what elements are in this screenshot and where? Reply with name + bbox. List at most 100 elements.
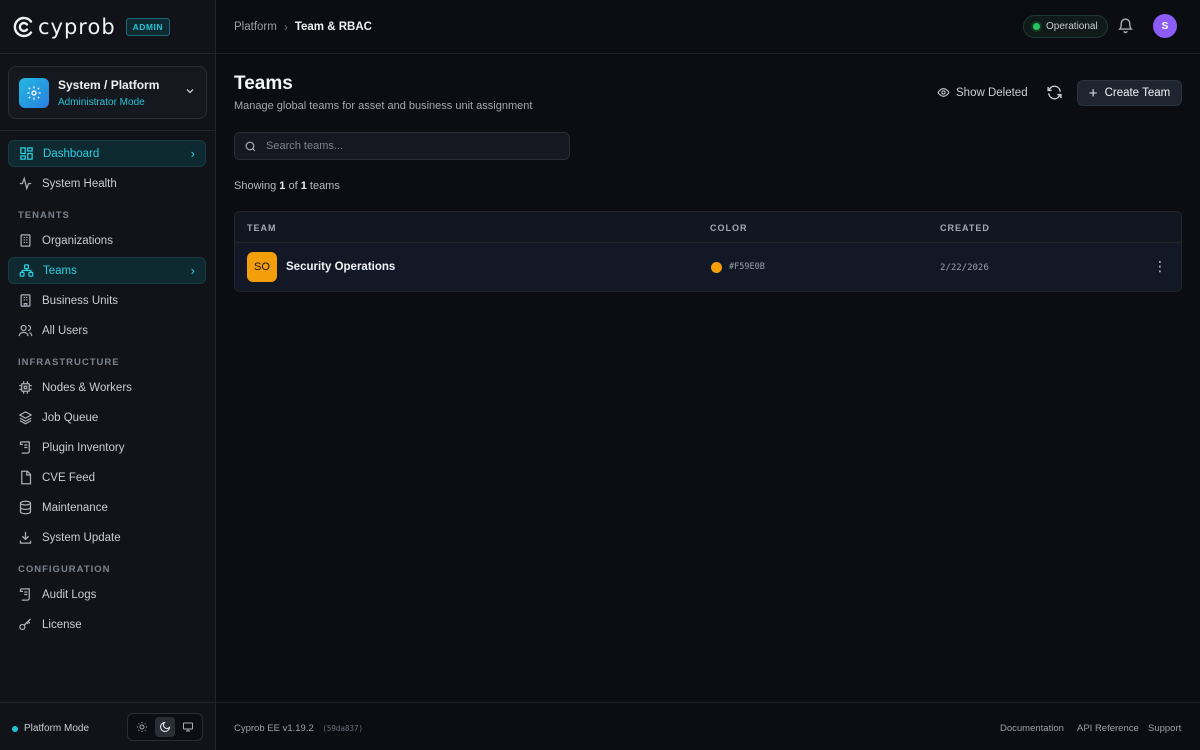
sidebar-item-organizations[interactable]: Organizations <box>8 227 206 254</box>
column-header-team: TEAM <box>247 223 277 233</box>
sidebar-item-label: Business Units <box>42 294 119 307</box>
sidebar-item-maintenance[interactable]: Maintenance <box>8 494 206 521</box>
page-subtitle: Manage global teams for asset and busine… <box>234 100 533 112</box>
cyprob-logo-icon <box>12 15 36 39</box>
sidebar-item-label: System Update <box>42 531 121 544</box>
building-icon <box>20 234 31 247</box>
breadcrumb-platform[interactable]: Platform <box>234 21 277 33</box>
org-switcher[interactable]: System / Platform Administrator Mode <box>8 66 207 119</box>
org-title: System / Platform <box>58 77 160 92</box>
topbar: Platform › Team & RBAC Operational S <box>216 0 1200 54</box>
sidebar-item-label: All Users <box>42 324 89 337</box>
search-box <box>234 132 570 160</box>
team-name[interactable]: Security Operations <box>286 261 395 273</box>
sidebar-item-teams[interactable]: Teams › <box>8 257 206 284</box>
brand[interactable]: cyprob ADMIN <box>12 14 171 40</box>
support-link[interactable]: Support <box>1148 723 1181 734</box>
search-icon <box>245 141 256 151</box>
sidebar-item-label: Job Queue <box>42 411 99 424</box>
section-heading-configuration: CONFIGURATION <box>18 564 111 575</box>
status-badge[interactable]: Operational <box>1023 15 1108 38</box>
documentation-link[interactable]: Documentation <box>1000 723 1064 734</box>
avatar[interactable]: S <box>1153 14 1177 38</box>
team-avatar: SO <box>247 252 277 282</box>
sidebar-item-business-units[interactable]: Business Units <box>8 287 206 314</box>
create-team-button[interactable]: + Create Team <box>1077 80 1182 106</box>
page-title: Teams <box>234 73 293 94</box>
dashboard-icon <box>20 147 33 160</box>
admin-badge: ADMIN <box>125 18 171 36</box>
bell-icon[interactable] <box>1117 17 1134 37</box>
download-icon <box>19 531 32 544</box>
footer: Cyprob EE v1.19.2 (59da837) Documentatio… <box>216 702 1200 750</box>
sidebar-item-cve-feed[interactable]: CVE Feed <box>8 464 206 491</box>
table-header: TEAM COLOR CREATED <box>235 212 1181 243</box>
more-vertical-icon[interactable]: ⋮ <box>1153 259 1167 273</box>
sidebar-item-label: System Health <box>42 177 117 190</box>
monitor-icon[interactable] <box>178 717 198 737</box>
chevron-right-icon: › <box>190 146 195 161</box>
created-date: 2/22/2026 <box>940 263 989 273</box>
eye-icon <box>937 88 950 97</box>
brand-name: cyprob <box>38 15 116 39</box>
search-input[interactable] <box>266 140 556 152</box>
scroll-icon <box>19 588 30 601</box>
show-deleted-button[interactable]: Show Deleted <box>937 86 1028 99</box>
color-swatch <box>711 262 722 273</box>
key-icon <box>19 618 31 631</box>
platform-mode: Platform Mode <box>12 723 89 734</box>
breadcrumb: Platform › Team & RBAC <box>234 20 372 34</box>
settings-gear-icon <box>19 77 49 108</box>
sidebar-item-job-queue[interactable]: Job Queue <box>8 404 206 431</box>
column-header-color: COLOR <box>710 223 748 233</box>
theme-toggle <box>127 713 203 741</box>
api-reference-link[interactable]: API Reference <box>1077 723 1139 734</box>
sidebar-item-label: Teams <box>43 264 77 277</box>
sidebar-item-plugin-inventory[interactable]: Plugin Inventory <box>8 434 206 461</box>
network-icon <box>19 264 34 277</box>
status-dot-icon <box>1033 23 1040 30</box>
results-count-value: 1 <box>279 180 286 192</box>
moon-icon[interactable] <box>154 717 175 737</box>
refresh-icon[interactable] <box>1046 84 1063 104</box>
plus-icon: + <box>1088 84 1098 102</box>
sidebar-item-label: Nodes & Workers <box>42 381 132 394</box>
table-row[interactable]: SO Security Operations #F59E0B 2/22/2026… <box>235 243 1181 291</box>
results-of: of <box>288 180 298 192</box>
sidebar-item-label: Organizations <box>42 234 113 247</box>
results-count: Showing 1 of 1 teams <box>234 180 340 192</box>
sidebar-item-label: Plugin Inventory <box>42 441 125 454</box>
column-header-created: CREATED <box>940 223 990 233</box>
building-icon <box>20 294 31 307</box>
sidebar-item-label: Audit Logs <box>42 588 97 601</box>
sidebar-item-license[interactable]: License <box>8 611 206 638</box>
status-label: Operational <box>1046 21 1098 32</box>
sidebar-item-label: Maintenance <box>42 501 108 514</box>
users-icon <box>18 324 33 337</box>
results-total-value: 1 <box>300 180 307 192</box>
show-deleted-label: Show Deleted <box>956 86 1028 99</box>
sidebar-item-label: License <box>42 618 82 631</box>
sidebar-item-system-update[interactable]: System Update <box>8 524 206 551</box>
sidebar-item-dashboard[interactable]: Dashboard › <box>8 140 206 167</box>
breadcrumb-current: Team & RBAC <box>294 21 372 33</box>
chevron-down-icon <box>184 85 196 100</box>
activity-icon <box>19 176 32 191</box>
sidebar-item-audit-logs[interactable]: Audit Logs <box>8 581 206 608</box>
teams-table: TEAM COLOR CREATED SO Security Operation… <box>234 211 1182 292</box>
section-heading-tenants: TENANTS <box>18 210 70 221</box>
layers-icon <box>18 411 33 425</box>
mode-label: Platform Mode <box>24 723 90 734</box>
results-prefix: Showing <box>234 180 277 192</box>
divider <box>0 53 215 54</box>
chevron-right-icon: › <box>190 263 195 278</box>
cpu-icon <box>19 381 32 394</box>
org-subtitle: Administrator Mode <box>58 96 145 108</box>
create-team-label: Create Team <box>1104 87 1171 99</box>
sidebar-item-system-health[interactable]: System Health <box>8 170 206 197</box>
sidebar-item-all-users[interactable]: All Users <box>8 317 206 344</box>
sun-icon[interactable] <box>132 717 152 737</box>
mode-dot-icon <box>12 725 18 732</box>
sidebar-item-nodes-workers[interactable]: Nodes & Workers <box>8 374 206 401</box>
section-heading-infrastructure: INFRASTRUCTURE <box>18 357 120 368</box>
